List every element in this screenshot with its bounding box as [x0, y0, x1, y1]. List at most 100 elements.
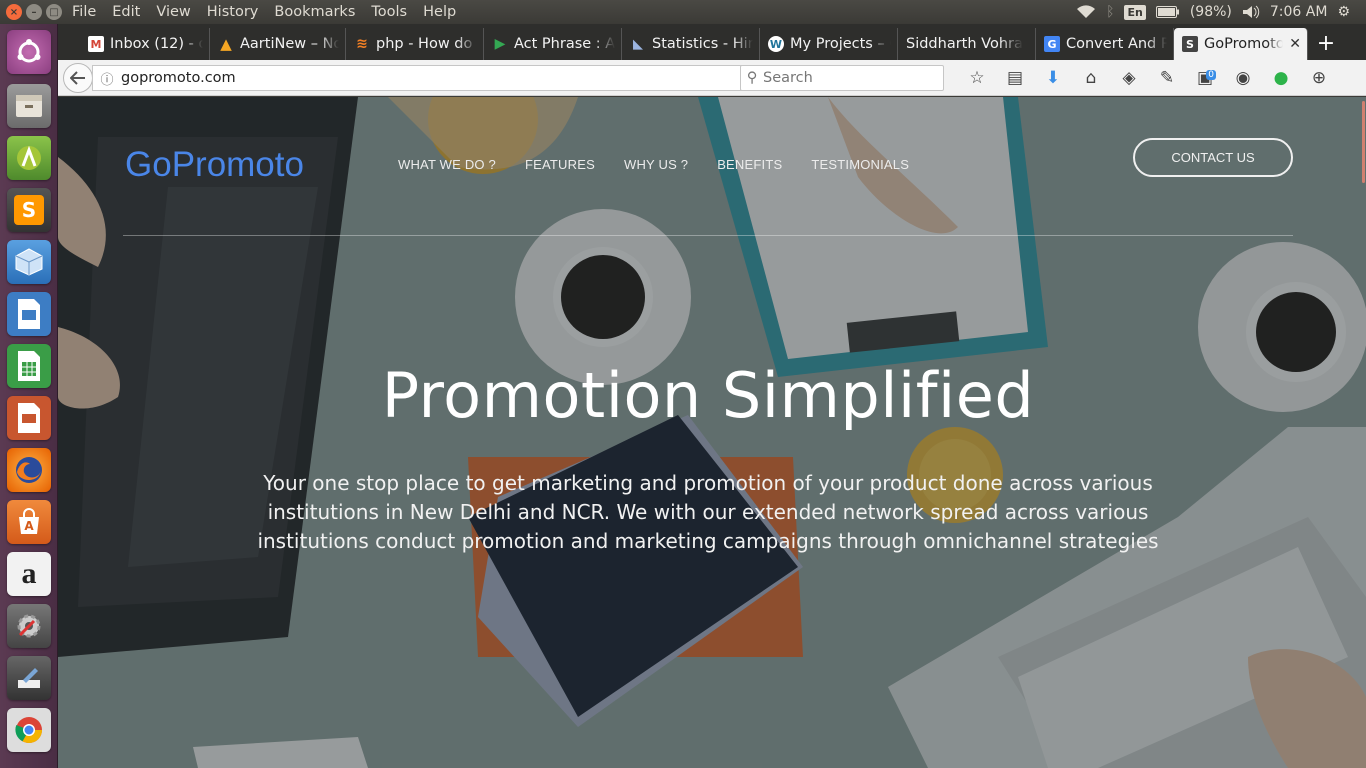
- pocket-icon[interactable]: ◈: [1110, 68, 1148, 88]
- wordpress-icon: W: [768, 36, 784, 52]
- nav-benefits[interactable]: BENEFITS: [717, 157, 782, 172]
- tab-title: Act Phrase : Ac: [514, 36, 615, 52]
- menu-edit[interactable]: Edit: [104, 0, 148, 24]
- libreoffice-writer-icon[interactable]: [7, 292, 51, 336]
- menu-help[interactable]: Help: [415, 0, 464, 24]
- unity-launcher: S A a: [0, 24, 58, 768]
- tab-inbox[interactable]: M Inbox (12) - div: [80, 28, 210, 60]
- battery-percentage: (98%): [1189, 4, 1232, 20]
- files-icon[interactable]: [7, 84, 51, 128]
- volume-icon[interactable]: [1242, 5, 1260, 19]
- chart-icon: ◣: [633, 36, 643, 52]
- menu-view[interactable]: View: [148, 0, 198, 24]
- close-window-button[interactable]: ×: [6, 4, 22, 20]
- nav-what-we-do[interactable]: WHAT WE DO ?: [398, 157, 496, 172]
- google-play-icon: ▶: [494, 36, 506, 52]
- chat-extension-icon[interactable]: ●: [1262, 68, 1300, 88]
- battery-icon[interactable]: [1155, 6, 1180, 18]
- site-logo[interactable]: GoPromoto: [125, 145, 304, 185]
- scrollbar-thumb[interactable]: [1362, 101, 1365, 183]
- bookmarks-menu-icon[interactable]: ▤: [996, 68, 1034, 88]
- hero-title: Promotion Simplified: [381, 359, 1035, 432]
- tab-title: Statistics - Hin: [652, 36, 753, 52]
- site-nav: WHAT WE DO ? FEATURES WHY US ? BENEFITS …: [398, 157, 909, 172]
- top-menu-bar: × – □ File Edit View History Bookmarks T…: [0, 0, 1366, 24]
- libreoffice-impress-icon[interactable]: [7, 396, 51, 440]
- tab-title: Inbox (12) - div: [110, 36, 203, 52]
- vpn-globe-icon[interactable]: ⊕: [1300, 68, 1338, 88]
- svg-text:A: A: [24, 519, 34, 533]
- extension-badge-icon[interactable]: ▣ 0: [1186, 68, 1224, 88]
- tab-title: php - How do I: [376, 36, 477, 52]
- back-button[interactable]: [63, 62, 93, 93]
- libreoffice-calc-icon[interactable]: [7, 344, 51, 388]
- search-placeholder: Search: [763, 70, 813, 86]
- search-input[interactable]: ⚲ Search: [740, 65, 944, 91]
- downloads-icon[interactable]: ⬇: [1034, 68, 1072, 88]
- hero-overlay: [58, 97, 1366, 768]
- window-controls: × – □: [0, 4, 64, 20]
- menu-file[interactable]: File: [64, 0, 104, 24]
- menu-tools[interactable]: Tools: [363, 0, 415, 24]
- extension-badge-count: 0: [1206, 70, 1216, 80]
- bookmark-star-icon[interactable]: ☆: [958, 68, 996, 88]
- tab-title: Convert And R: [1066, 36, 1167, 52]
- hero-description: Your one stop place to get marketing and…: [257, 471, 1159, 553]
- software-center-icon[interactable]: A: [7, 500, 51, 544]
- system-tray: ᛒ En (98%) 7:06 AM ⚙: [1076, 4, 1366, 20]
- text-editor-icon[interactable]: [7, 656, 51, 700]
- gmail-icon: M: [88, 36, 104, 52]
- home-icon[interactable]: ⌂: [1072, 68, 1110, 88]
- tab-act-phrase[interactable]: ▶ Act Phrase : Ac: [484, 28, 622, 60]
- settings-gear-icon[interactable]: ⚙: [1337, 4, 1350, 20]
- navigation-toolbar: ⓘ gopromoto.com ↻ ⚲ Search ☆ ▤ ⬇ ⌂ ◈ ✎ ▣…: [58, 60, 1366, 96]
- keyboard-language-indicator[interactable]: En: [1124, 4, 1146, 20]
- tab-gopromoto[interactable]: S GoPromoto ✕: [1174, 28, 1308, 60]
- tab-convert-and[interactable]: G Convert And R: [1036, 28, 1174, 60]
- chrome-icon[interactable]: [7, 708, 51, 752]
- nav-testimonials[interactable]: TESTIMONIALS: [811, 157, 909, 172]
- close-tab-icon[interactable]: ✕: [1289, 36, 1301, 52]
- contact-us-button[interactable]: CONTACT US: [1133, 138, 1293, 177]
- tab-strip: M Inbox (12) - div ▲ AartiNew – No ≋ php…: [58, 24, 1366, 60]
- amazon-icon[interactable]: a: [7, 552, 51, 596]
- maximize-window-button[interactable]: □: [46, 4, 62, 20]
- minimize-window-button[interactable]: –: [26, 4, 42, 20]
- menu-bookmarks[interactable]: Bookmarks: [266, 0, 363, 24]
- new-tab-button[interactable]: +: [1308, 28, 1344, 60]
- menu-history[interactable]: History: [199, 0, 267, 24]
- page-icon: S: [1182, 36, 1198, 52]
- pen-extension-icon[interactable]: ✎: [1148, 68, 1186, 88]
- header-divider: [123, 235, 1293, 236]
- app-menu: File Edit View History Bookmarks Tools H…: [64, 0, 464, 24]
- tab-statistics[interactable]: ◣ Statistics - Hin: [622, 28, 760, 60]
- system-settings-icon[interactable]: [7, 604, 51, 648]
- tab-aartinew[interactable]: ▲ AartiNew – No: [210, 28, 346, 60]
- wifi-icon[interactable]: [1076, 5, 1096, 19]
- url-text[interactable]: gopromoto.com: [121, 70, 236, 86]
- virtualbox-icon[interactable]: [7, 240, 51, 284]
- site-info-icon[interactable]: ⓘ: [93, 69, 121, 88]
- firefox-icon[interactable]: [7, 448, 51, 492]
- tab-title: GoPromoto: [1204, 36, 1284, 52]
- tab-title: AartiNew – No: [240, 36, 339, 52]
- ubuntu-icon[interactable]: [7, 30, 51, 74]
- search-icon: ⚲: [746, 70, 758, 86]
- sublime-text-icon[interactable]: S: [7, 188, 51, 232]
- android-studio-icon[interactable]: [7, 136, 51, 180]
- toolbar-icons: ☆ ▤ ⬇ ⌂ ◈ ✎ ▣0 ◉ ● ⊕ ☰: [958, 60, 1366, 96]
- nav-why-us[interactable]: WHY US ?: [624, 157, 688, 172]
- tab-siddharth-vohra[interactable]: Siddharth Vohra: [898, 28, 1036, 60]
- url-bar[interactable]: ⓘ gopromoto.com ↻: [92, 65, 792, 91]
- tab-my-projects[interactable]: W My Projects – C: [760, 28, 898, 60]
- web-page: GoPromoto WHAT WE DO ? FEATURES WHY US ?…: [58, 97, 1366, 768]
- color-picker-icon[interactable]: ◉: [1224, 68, 1262, 88]
- bluetooth-icon[interactable]: ᛒ: [1106, 4, 1114, 20]
- tab-title: My Projects – C: [790, 36, 891, 52]
- tab-title: Siddharth Vohra: [906, 36, 1023, 52]
- clock[interactable]: 7:06 AM: [1270, 4, 1328, 20]
- tab-php-how-do[interactable]: ≋ php - How do I: [346, 28, 484, 60]
- page-scrollbar[interactable]: [1360, 97, 1366, 768]
- google-icon: G: [1044, 36, 1060, 52]
- nav-features[interactable]: FEATURES: [525, 157, 595, 172]
